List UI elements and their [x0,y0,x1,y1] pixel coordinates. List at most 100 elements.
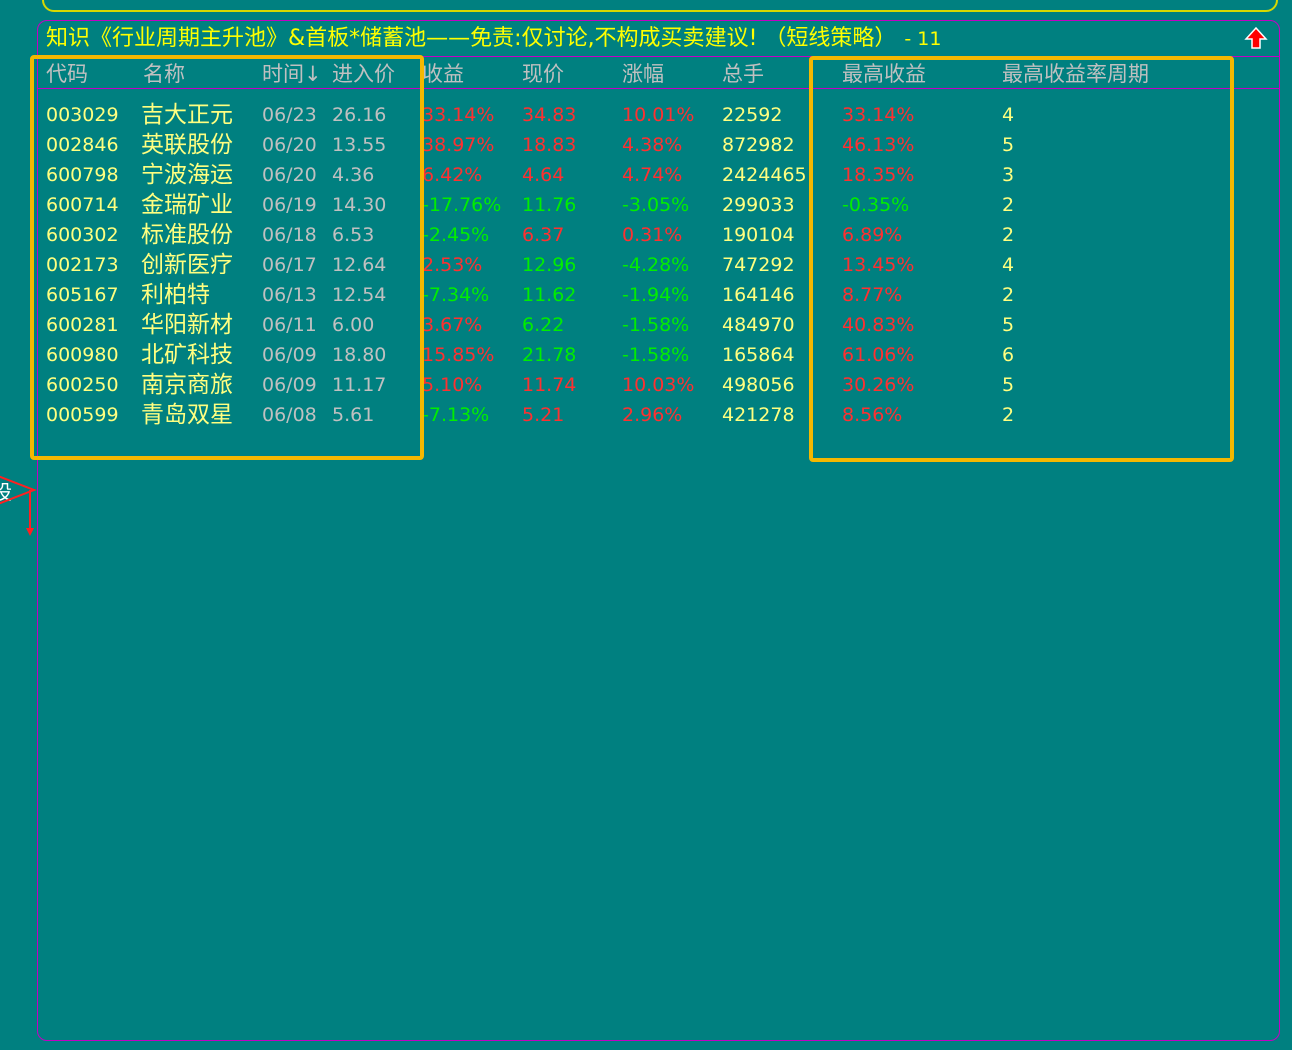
entry-time: 06/19 [262,194,317,216]
stock-name: 创新医疗 [141,252,233,278]
table-row[interactable]: 600250 南京商旅 06/09 11.17 5.10% 11.74 10.03% 4980… [0,370,1292,400]
current-price: 12.96 [522,254,577,276]
column-header-return[interactable]: 收益 [422,60,464,88]
entry-price: 5.61 [332,404,375,426]
entry-price: 12.64 [332,254,387,276]
column-header-entry-price[interactable]: 进入价 [332,60,395,88]
stock-code: 002846 [46,134,119,156]
column-header-code[interactable]: 代码 [46,60,88,88]
stock-code: 600714 [46,194,119,216]
table-row[interactable]: 600798 宁波海运 06/20 4.36 6.42% 4.64 4.74% 2424465… [0,160,1292,190]
table-row[interactable]: 600302 标准股份 06/18 6.53 -2.45% 6.37 0.31% 190104… [0,220,1292,250]
entry-price: 11.17 [332,374,387,396]
max-return: 40.83% [842,314,915,336]
volume: 498056 [722,374,795,396]
entry-time: 06/18 [262,224,317,246]
current-price: 11.74 [522,374,577,396]
return-value: 6.42% [422,164,483,186]
current-price: 11.62 [522,284,577,306]
max-return: -0.35% [842,194,910,216]
return-value: -7.13% [422,404,490,426]
max-return-period: 4 [1002,104,1015,126]
stock-code: 600798 [46,164,119,186]
triangle-right-icon[interactable] [0,474,38,538]
stock-name: 标准股份 [141,222,233,248]
stock-name: 金瑞矿业 [141,192,233,218]
change-percent: 0.31% [622,224,683,246]
entry-price: 12.54 [332,284,387,306]
stock-code: 600302 [46,224,119,246]
max-return: 6.89% [842,224,903,246]
max-return-period: 2 [1002,284,1015,306]
table-row[interactable]: 600980 北矿科技 06/09 18.80 15.85% 21.78 -1.58% 165… [0,340,1292,370]
up-arrow-icon[interactable] [1244,26,1268,50]
stock-name: 青岛双星 [141,402,233,428]
max-return-period: 6 [1002,344,1015,366]
item-count: - 11 [904,28,942,50]
change-percent: 4.74% [622,164,683,186]
entry-time: 06/11 [262,314,317,336]
change-percent: 4.38% [622,134,683,156]
table-row[interactable]: 002846 英联股份 06/20 13.55 38.97% 18.83 4.38% 8729… [0,130,1292,160]
column-header-volume[interactable]: 总手 [722,60,764,88]
entry-price: 6.53 [332,224,375,246]
table-row[interactable]: 605167 利柏特 06/13 12.54 -7.34% 11.62 -1.94% 1641… [0,280,1292,310]
change-percent: -4.28% [622,254,690,276]
change-percent: -1.58% [622,314,690,336]
table-row[interactable]: 003029 吉大正元 06/23 26.16 33.14% 34.83 10.01% 225… [0,100,1292,130]
current-price: 11.76 [522,194,577,216]
volume: 421278 [722,404,795,426]
max-return: 61.06% [842,344,915,366]
stock-code: 600250 [46,374,119,396]
table-row[interactable]: 000599 青岛双星 06/08 5.61 -7.13% 5.21 2.96% 421278… [0,400,1292,430]
max-return: 8.56% [842,404,903,426]
table-row[interactable]: 600281 华阳新材 06/11 6.00 3.67% 6.22 -1.58% 484970… [0,310,1292,340]
return-value: 38.97% [422,134,495,156]
entry-price: 13.55 [332,134,387,156]
stock-name: 利柏特 [141,282,210,308]
stock-code: 600281 [46,314,119,336]
entry-price: 26.16 [332,104,387,126]
stock-code: 000599 [46,404,119,426]
volume: 484970 [722,314,795,336]
max-return-period: 2 [1002,404,1015,426]
volume: 190104 [722,224,795,246]
volume: 2424465 [722,164,807,186]
max-return-period: 2 [1002,194,1015,216]
table-row[interactable]: 600714 金瑞矿业 06/19 14.30 -17.76% 11.76 -3.05% 29… [0,190,1292,220]
stock-code: 002173 [46,254,119,276]
return-value: -17.76% [422,194,502,216]
return-value: 5.10% [422,374,483,396]
current-price: 4.64 [522,164,565,186]
max-return-period: 5 [1002,314,1015,336]
max-return: 8.77% [842,284,903,306]
max-return-period: 5 [1002,134,1015,156]
column-header-max-period[interactable]: 最高收益率周期 [1002,60,1149,88]
column-header-price[interactable]: 现价 [522,60,564,88]
column-header-change[interactable]: 涨幅 [622,60,664,88]
entry-price: 6.00 [332,314,375,336]
column-header-time[interactable]: 时间↓ [262,60,322,88]
entry-time: 06/20 [262,134,317,156]
entry-time: 06/13 [262,284,317,306]
stock-code: 605167 [46,284,119,306]
max-return-period: 5 [1002,374,1015,396]
stock-code: 600980 [46,344,119,366]
change-percent: 2.96% [622,404,683,426]
table-row[interactable]: 002173 创新医疗 06/17 12.64 2.53% 12.96 -4.28% 7472… [0,250,1292,280]
max-return-period: 2 [1002,224,1015,246]
change-percent: 10.01% [622,104,695,126]
column-header-name[interactable]: 名称 [143,60,185,88]
volume: 299033 [722,194,795,216]
volume: 22592 [722,104,783,126]
current-price: 18.83 [522,134,577,156]
max-return: 13.45% [842,254,915,276]
entry-price: 18.80 [332,344,387,366]
entry-time: 06/23 [262,104,317,126]
change-percent: -3.05% [622,194,690,216]
stock-name: 南京商旅 [141,372,233,398]
change-percent: -1.94% [622,284,690,306]
current-price: 5.21 [522,404,565,426]
volume: 165864 [722,344,795,366]
column-header-max-return[interactable]: 最高收益 [842,60,926,88]
